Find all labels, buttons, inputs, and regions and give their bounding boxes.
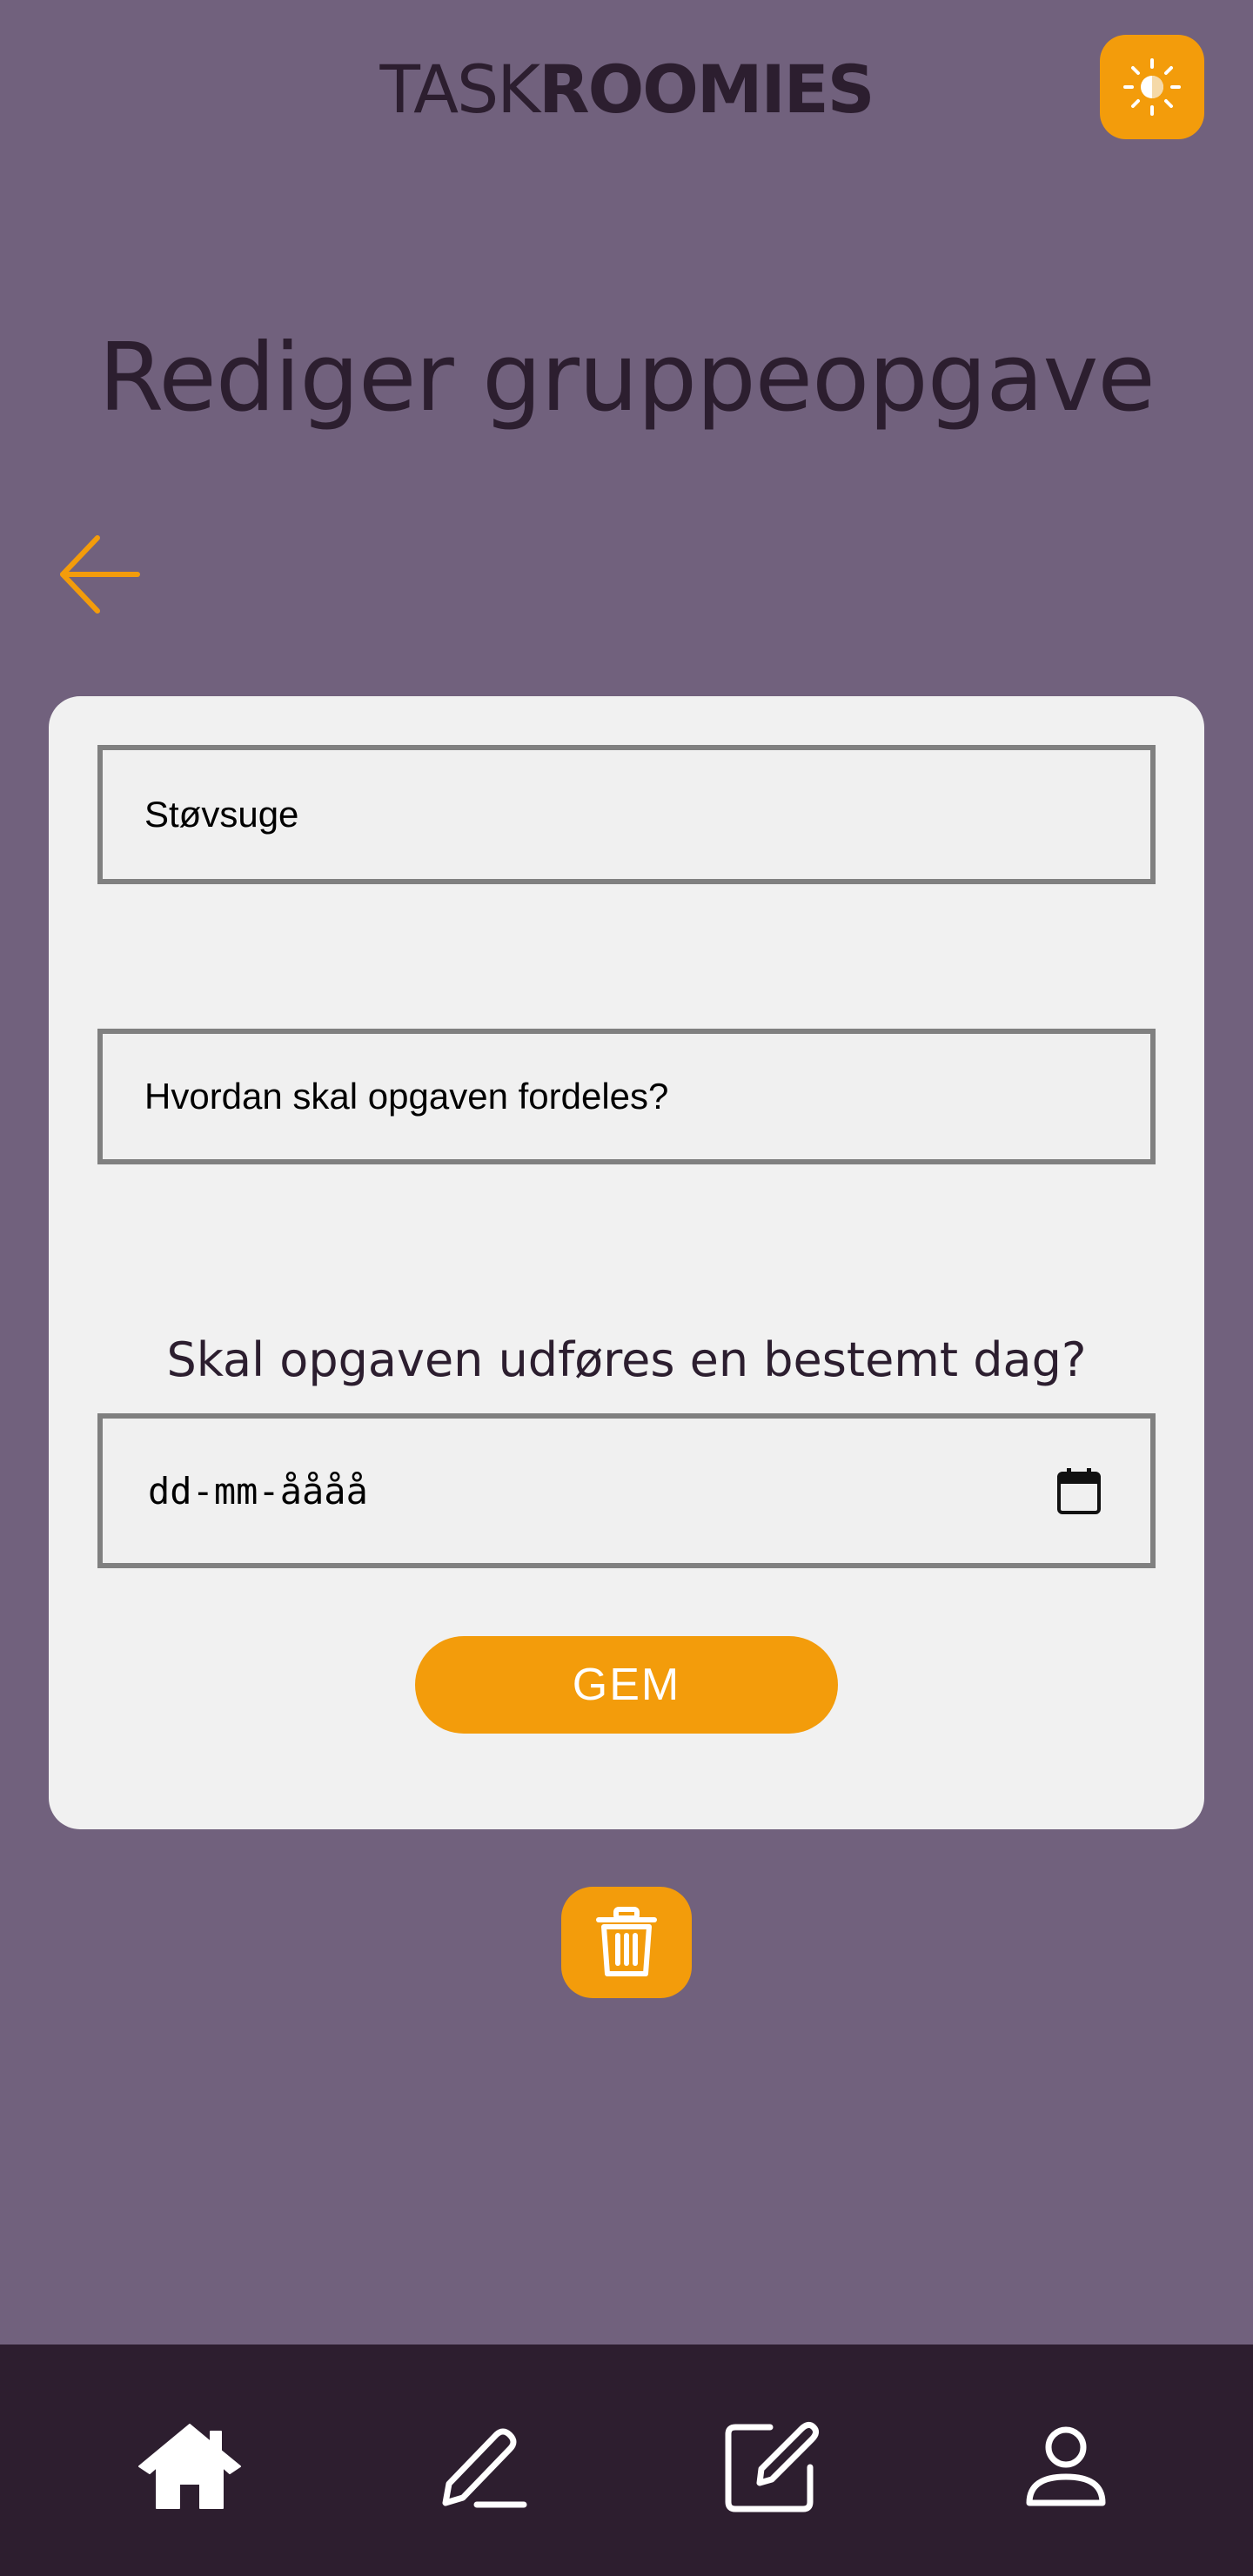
nav-home[interactable] (129, 2405, 251, 2527)
logo-text-light: TASK (379, 50, 541, 128)
theme-toggle-button[interactable] (1100, 35, 1204, 139)
edit-task-card: Støvsuge Hvordan skal opgaven fordeles? … (49, 696, 1204, 1829)
edit-square-icon (721, 2417, 821, 2516)
distribution-placeholder: Hvordan skal opgaven fordeles? (144, 1076, 669, 1117)
logo-text-bold: ROOMIES (539, 50, 874, 128)
pencil-icon (433, 2423, 529, 2510)
save-button[interactable]: GEM (415, 1636, 838, 1734)
date-question-label: Skal opgaven udføres en bestemt dag? (166, 1332, 1087, 1387)
task-name-value: Støvsuge (144, 794, 299, 835)
home-icon (136, 2421, 244, 2512)
user-icon (1024, 2425, 1108, 2508)
arrow-left-icon (57, 531, 144, 618)
date-placeholder: dd-mm-åååå (148, 1469, 368, 1513)
app-logo: TASKROOMIES (0, 50, 1253, 129)
nav-create-task[interactable] (420, 2405, 542, 2527)
delete-task-button[interactable] (561, 1887, 692, 1998)
calendar-icon[interactable] (1056, 1466, 1102, 1515)
distribution-select[interactable]: Hvordan skal opgaven fordeles? (97, 1029, 1156, 1164)
bottom-navigation (0, 2345, 1253, 2576)
sun-icon (1121, 56, 1183, 118)
date-input[interactable]: dd-mm-åååå (97, 1413, 1156, 1568)
page-title: Rediger gruppeopgave (98, 324, 1156, 433)
nav-profile[interactable] (1005, 2405, 1127, 2527)
trash-icon (595, 1906, 658, 1979)
app-page: TASKROOMIES Rediger gruppeopgave Støvsug… (0, 0, 1253, 2576)
task-name-input[interactable]: Støvsuge (97, 745, 1156, 884)
back-button[interactable] (57, 531, 144, 618)
nav-edit-tasks[interactable] (710, 2405, 832, 2527)
